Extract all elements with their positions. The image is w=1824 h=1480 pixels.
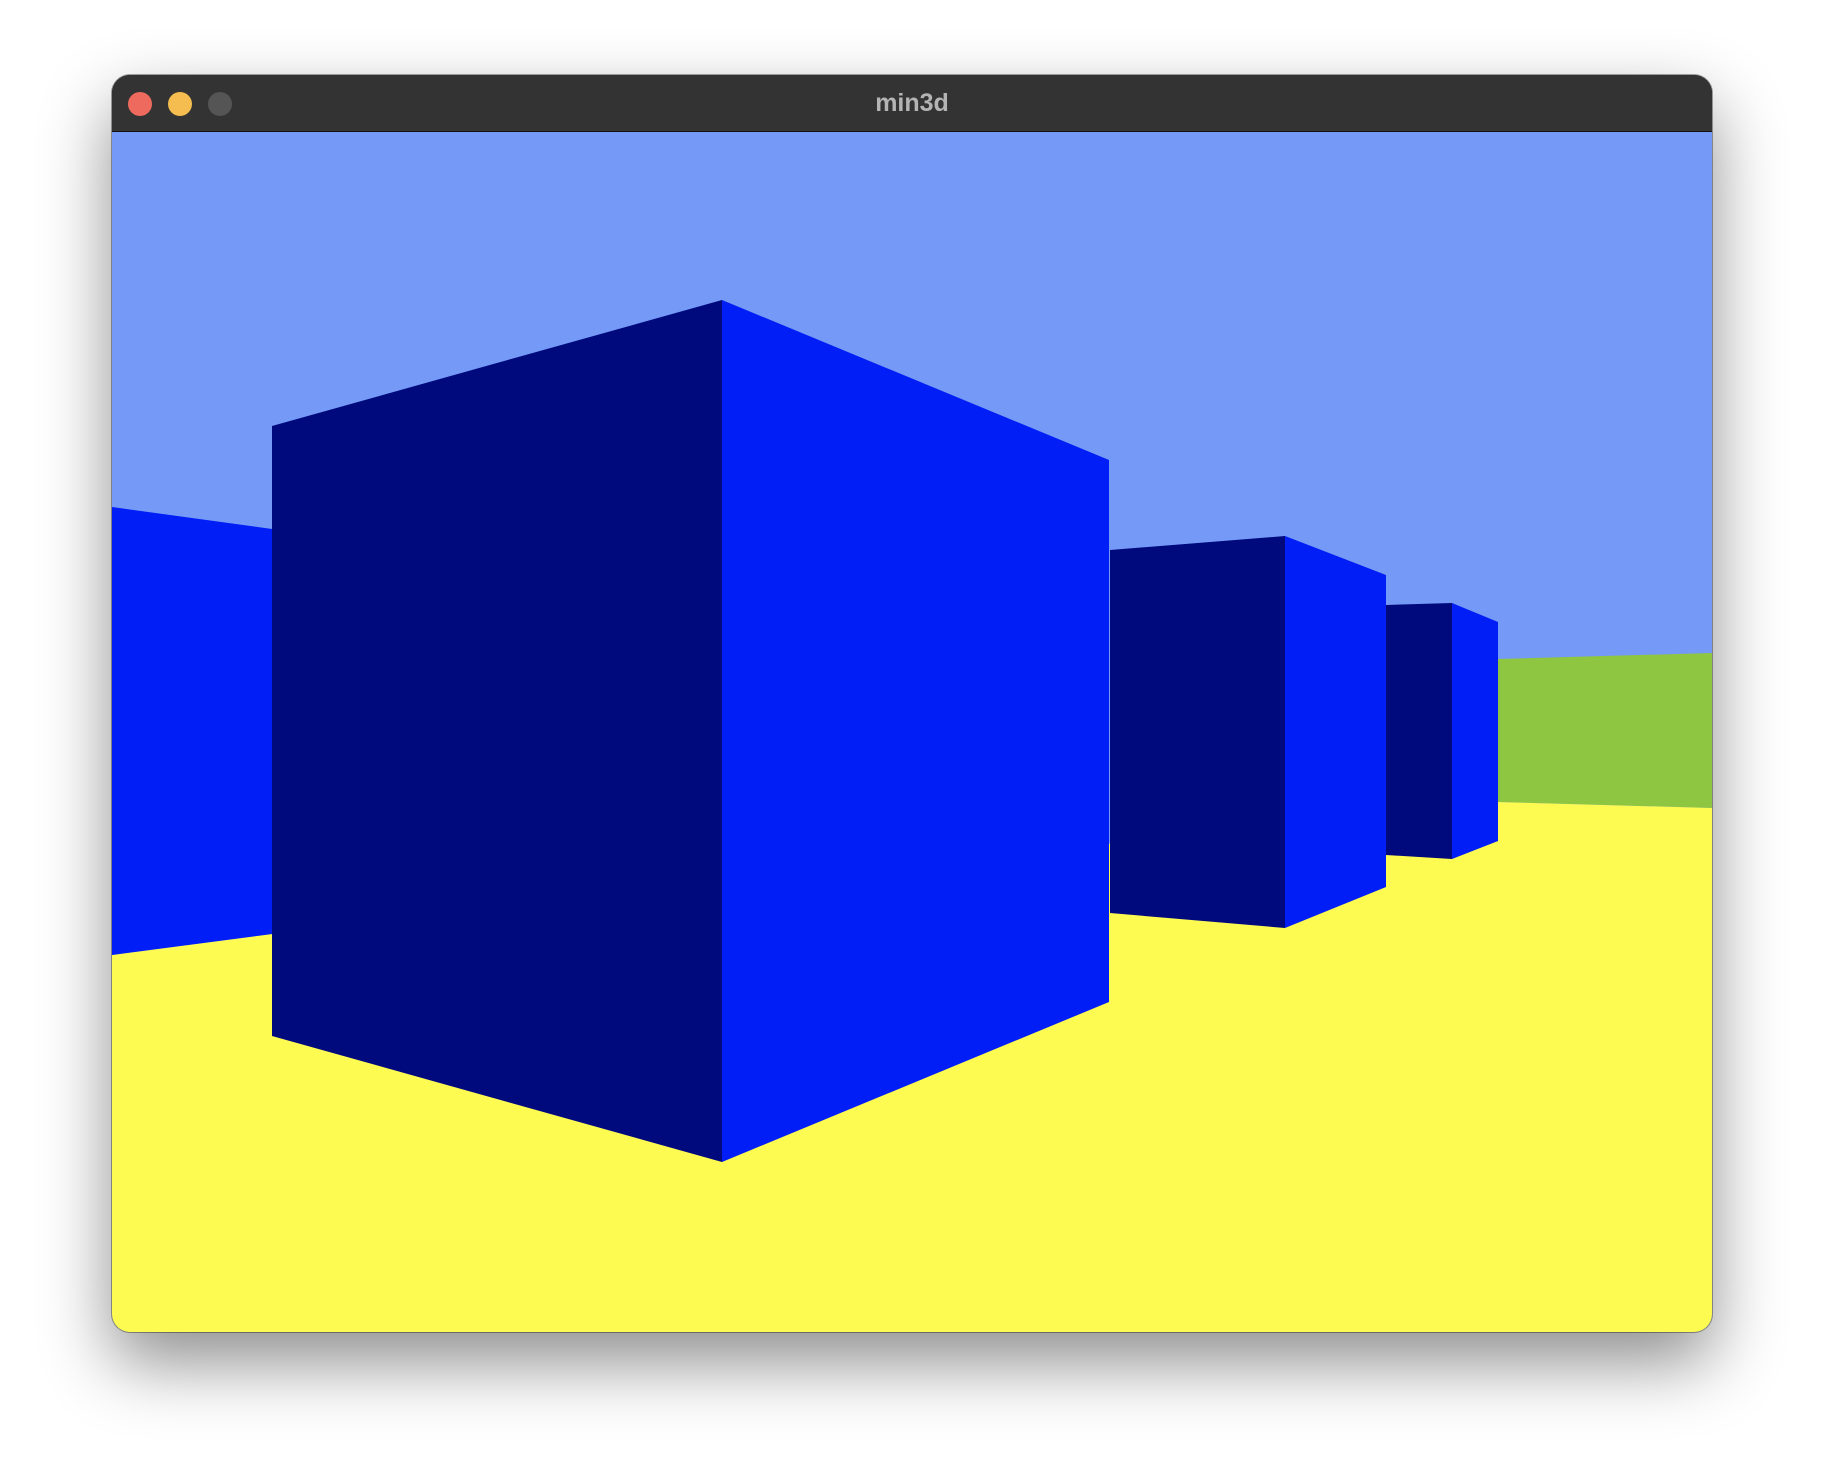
scene-canvas (112, 132, 1712, 1332)
left-wall (112, 507, 272, 955)
title-bar[interactable]: min3d (112, 75, 1712, 132)
small-cube-right-face (1452, 603, 1498, 859)
3d-viewport[interactable] (112, 132, 1712, 1332)
app-window: min3d (112, 75, 1712, 1332)
medium-cube-left-face (1110, 536, 1285, 928)
small-cube-left-face (1386, 603, 1452, 859)
medium-cube-right-face (1285, 536, 1386, 928)
green-wall (1497, 653, 1712, 808)
window-title: min3d (875, 89, 949, 117)
large-cube-left-face (272, 300, 722, 1162)
